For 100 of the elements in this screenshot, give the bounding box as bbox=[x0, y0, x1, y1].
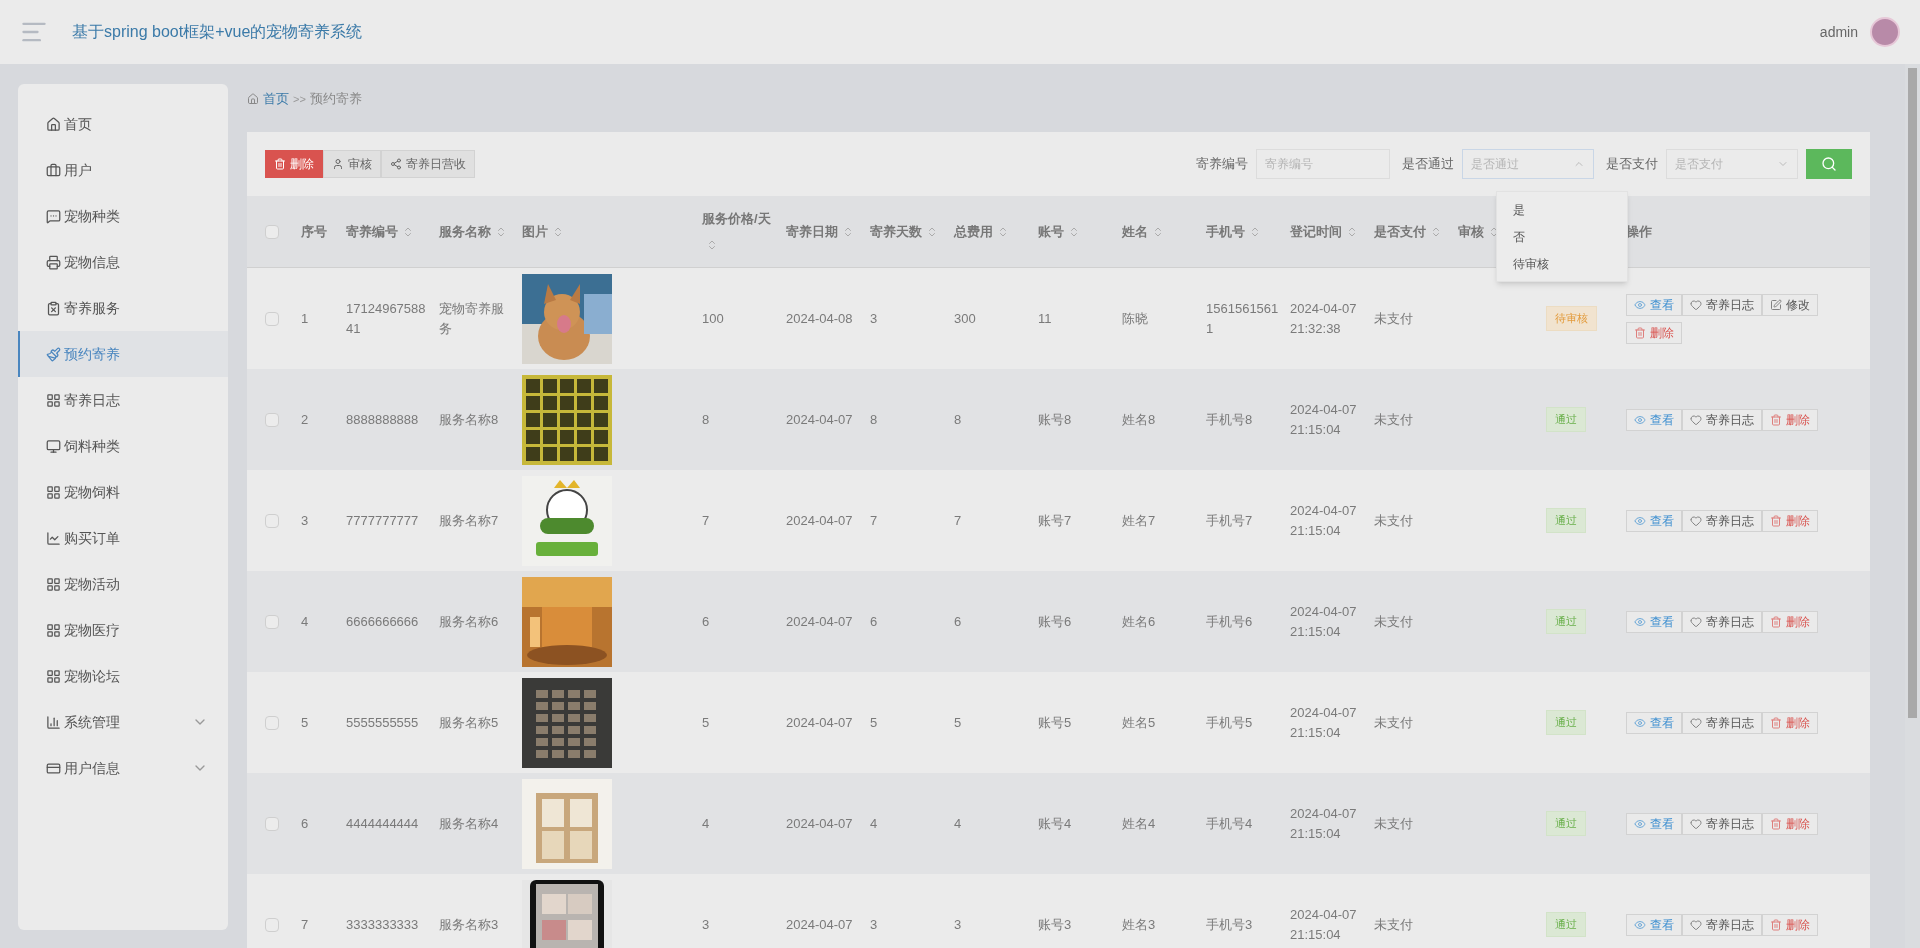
table-cell-text: 未支付 bbox=[1373, 915, 1414, 934]
action-button[interactable]: 删除 bbox=[1762, 509, 1818, 532]
table-cell-text: 2024-04-08 bbox=[785, 309, 854, 328]
search-button[interactable] bbox=[1806, 149, 1852, 179]
sidebar-item[interactable]: 寄养日志 bbox=[18, 377, 228, 423]
column-header[interactable]: 手机号 bbox=[1206, 223, 1261, 239]
column-header[interactable]: 账号 bbox=[1038, 223, 1080, 239]
action-button[interactable]: 寄养日志 bbox=[1682, 408, 1762, 431]
column-header[interactable]: 图片 bbox=[522, 223, 564, 239]
action-button[interactable]: 查看 bbox=[1626, 913, 1682, 936]
home-icon bbox=[46, 116, 61, 132]
sidebar-item[interactable]: 饲料种类 bbox=[18, 423, 228, 469]
column-header[interactable]: 姓名 bbox=[1122, 223, 1164, 239]
column-header[interactable]: 服务名称 bbox=[439, 223, 507, 239]
action-button[interactable]: 删除 bbox=[1762, 408, 1818, 431]
sidebar-item[interactable]: 用户 bbox=[18, 147, 228, 193]
checkbox[interactable] bbox=[265, 715, 279, 730]
action-button[interactable]: 查看 bbox=[1626, 509, 1682, 532]
action-button[interactable]: 寄养日志 bbox=[1682, 711, 1762, 734]
sidebar-item[interactable]: 寄养服务 bbox=[18, 285, 228, 331]
dropdown-option[interactable]: 否 bbox=[1497, 223, 1627, 250]
sidebar-item[interactable]: 宠物种类 bbox=[18, 193, 228, 239]
table-cell-text: 姓名3 bbox=[1121, 915, 1157, 934]
action-button[interactable]: 寄养日志 bbox=[1682, 509, 1762, 532]
sidebar-item[interactable]: 预约寄养 bbox=[18, 331, 228, 377]
checkbox[interactable] bbox=[265, 816, 279, 831]
toolbar-button[interactable]: 删除 bbox=[265, 150, 323, 178]
grid-icon bbox=[46, 668, 61, 684]
search-icon bbox=[1821, 156, 1837, 172]
table-cell-text: 2024-04-07 21:32:38 bbox=[1289, 299, 1358, 338]
sidebar-item[interactable]: 宠物活动 bbox=[18, 561, 228, 607]
action-button[interactable]: 删除 bbox=[1626, 321, 1682, 344]
action-button[interactable]: 查看 bbox=[1626, 812, 1682, 835]
action-button[interactable]: 寄养日志 bbox=[1682, 293, 1762, 316]
column-header[interactable]: 服务价格/天 bbox=[702, 210, 771, 252]
checkbox[interactable] bbox=[265, 224, 279, 239]
table-cell-text: 姓名4 bbox=[1121, 814, 1157, 833]
scrollbar-thumb[interactable] bbox=[1908, 68, 1917, 718]
toolbar-button[interactable]: 审核 bbox=[323, 150, 381, 178]
table-cell-text: 15615615611 bbox=[1205, 299, 1280, 338]
dropdown-option[interactable]: 是 bbox=[1497, 196, 1627, 223]
chart-icon bbox=[46, 530, 61, 546]
action-button[interactable]: 寄养日志 bbox=[1682, 812, 1762, 835]
checkbox[interactable] bbox=[265, 311, 279, 326]
table-cell-text: 1712496758841 bbox=[345, 299, 427, 338]
action-button[interactable]: 删除 bbox=[1762, 711, 1818, 734]
action-button[interactable]: 修改 bbox=[1762, 293, 1818, 316]
action-button[interactable]: 删除 bbox=[1762, 812, 1818, 835]
table-cell-text: 账号3 bbox=[1037, 915, 1073, 934]
table-cell-text: 2 bbox=[300, 410, 310, 429]
sidebar-item[interactable]: 购买订单 bbox=[18, 515, 228, 561]
sidebar-item[interactable]: 宠物医疗 bbox=[18, 607, 228, 653]
table-cell-text: 2024-04-07 21:15:04 bbox=[1289, 804, 1358, 843]
column-header[interactable]: 审核 bbox=[1458, 223, 1500, 239]
column-header[interactable]: 寄养日期 bbox=[786, 223, 854, 239]
checkbox[interactable] bbox=[265, 412, 279, 427]
column-header[interactable]: 总费用 bbox=[954, 223, 1009, 239]
checkbox[interactable] bbox=[265, 917, 279, 932]
grid-icon bbox=[46, 484, 61, 500]
sort-icon bbox=[552, 226, 564, 239]
action-button[interactable]: 寄养日志 bbox=[1682, 610, 1762, 633]
user-icon bbox=[332, 158, 344, 170]
table-cell-text: 6 bbox=[300, 814, 310, 833]
heart-icon bbox=[1690, 413, 1702, 426]
table-cell-text: 姓名5 bbox=[1121, 713, 1157, 732]
column-header[interactable]: 寄养天数 bbox=[870, 223, 938, 239]
checkbox[interactable] bbox=[265, 614, 279, 629]
action-button[interactable]: 查看 bbox=[1626, 711, 1682, 734]
toolbar-button[interactable]: 寄养日营收 bbox=[381, 150, 475, 178]
table-cell-text: 4 bbox=[701, 814, 711, 833]
table-cell-text: 5 bbox=[300, 713, 310, 732]
sidebar-item[interactable]: 首页 bbox=[18, 101, 228, 147]
action-button[interactable]: 查看 bbox=[1626, 293, 1682, 316]
table-cell-text: 4 bbox=[953, 814, 963, 833]
table-cell-text: 7 bbox=[701, 511, 711, 530]
breadcrumb-link[interactable]: 首页 bbox=[263, 89, 289, 109]
sidebar-item[interactable]: 用户信息 bbox=[18, 745, 228, 791]
action-button[interactable]: 寄养日志 bbox=[1682, 913, 1762, 936]
table-cell-text: 服务名称6 bbox=[438, 612, 500, 631]
sidebar-item[interactable]: 宠物信息 bbox=[18, 239, 228, 285]
action-button[interactable]: 删除 bbox=[1762, 610, 1818, 633]
trash-icon bbox=[1770, 413, 1782, 426]
sidebar-item[interactable]: 宠物饲料 bbox=[18, 469, 228, 515]
table-cell-text: 7 bbox=[869, 511, 879, 530]
table-cell-text: 7 bbox=[953, 511, 963, 530]
action-button[interactable]: 查看 bbox=[1626, 408, 1682, 431]
column-header[interactable]: 寄养编号 bbox=[346, 223, 414, 239]
sidebar-item[interactable]: 宠物论坛 bbox=[18, 653, 228, 699]
dropdown-option[interactable]: 待审核 bbox=[1497, 250, 1627, 277]
avatar[interactable] bbox=[1870, 17, 1900, 47]
table-cell-text: 2024-04-07 21:15:04 bbox=[1289, 905, 1358, 944]
action-button[interactable]: 删除 bbox=[1762, 913, 1818, 936]
action-button[interactable]: 查看 bbox=[1626, 610, 1682, 633]
sidebar-item[interactable]: 系统管理 bbox=[18, 699, 228, 745]
checkbox[interactable] bbox=[265, 513, 279, 528]
column-header[interactable]: 登记时间 bbox=[1290, 223, 1358, 239]
field-label: 是否通过 bbox=[1402, 155, 1454, 174]
status-tag: 待审核 bbox=[1546, 306, 1597, 331]
column-header[interactable]: 是否支付 bbox=[1374, 223, 1442, 239]
username[interactable]: admin bbox=[1819, 21, 1858, 43]
